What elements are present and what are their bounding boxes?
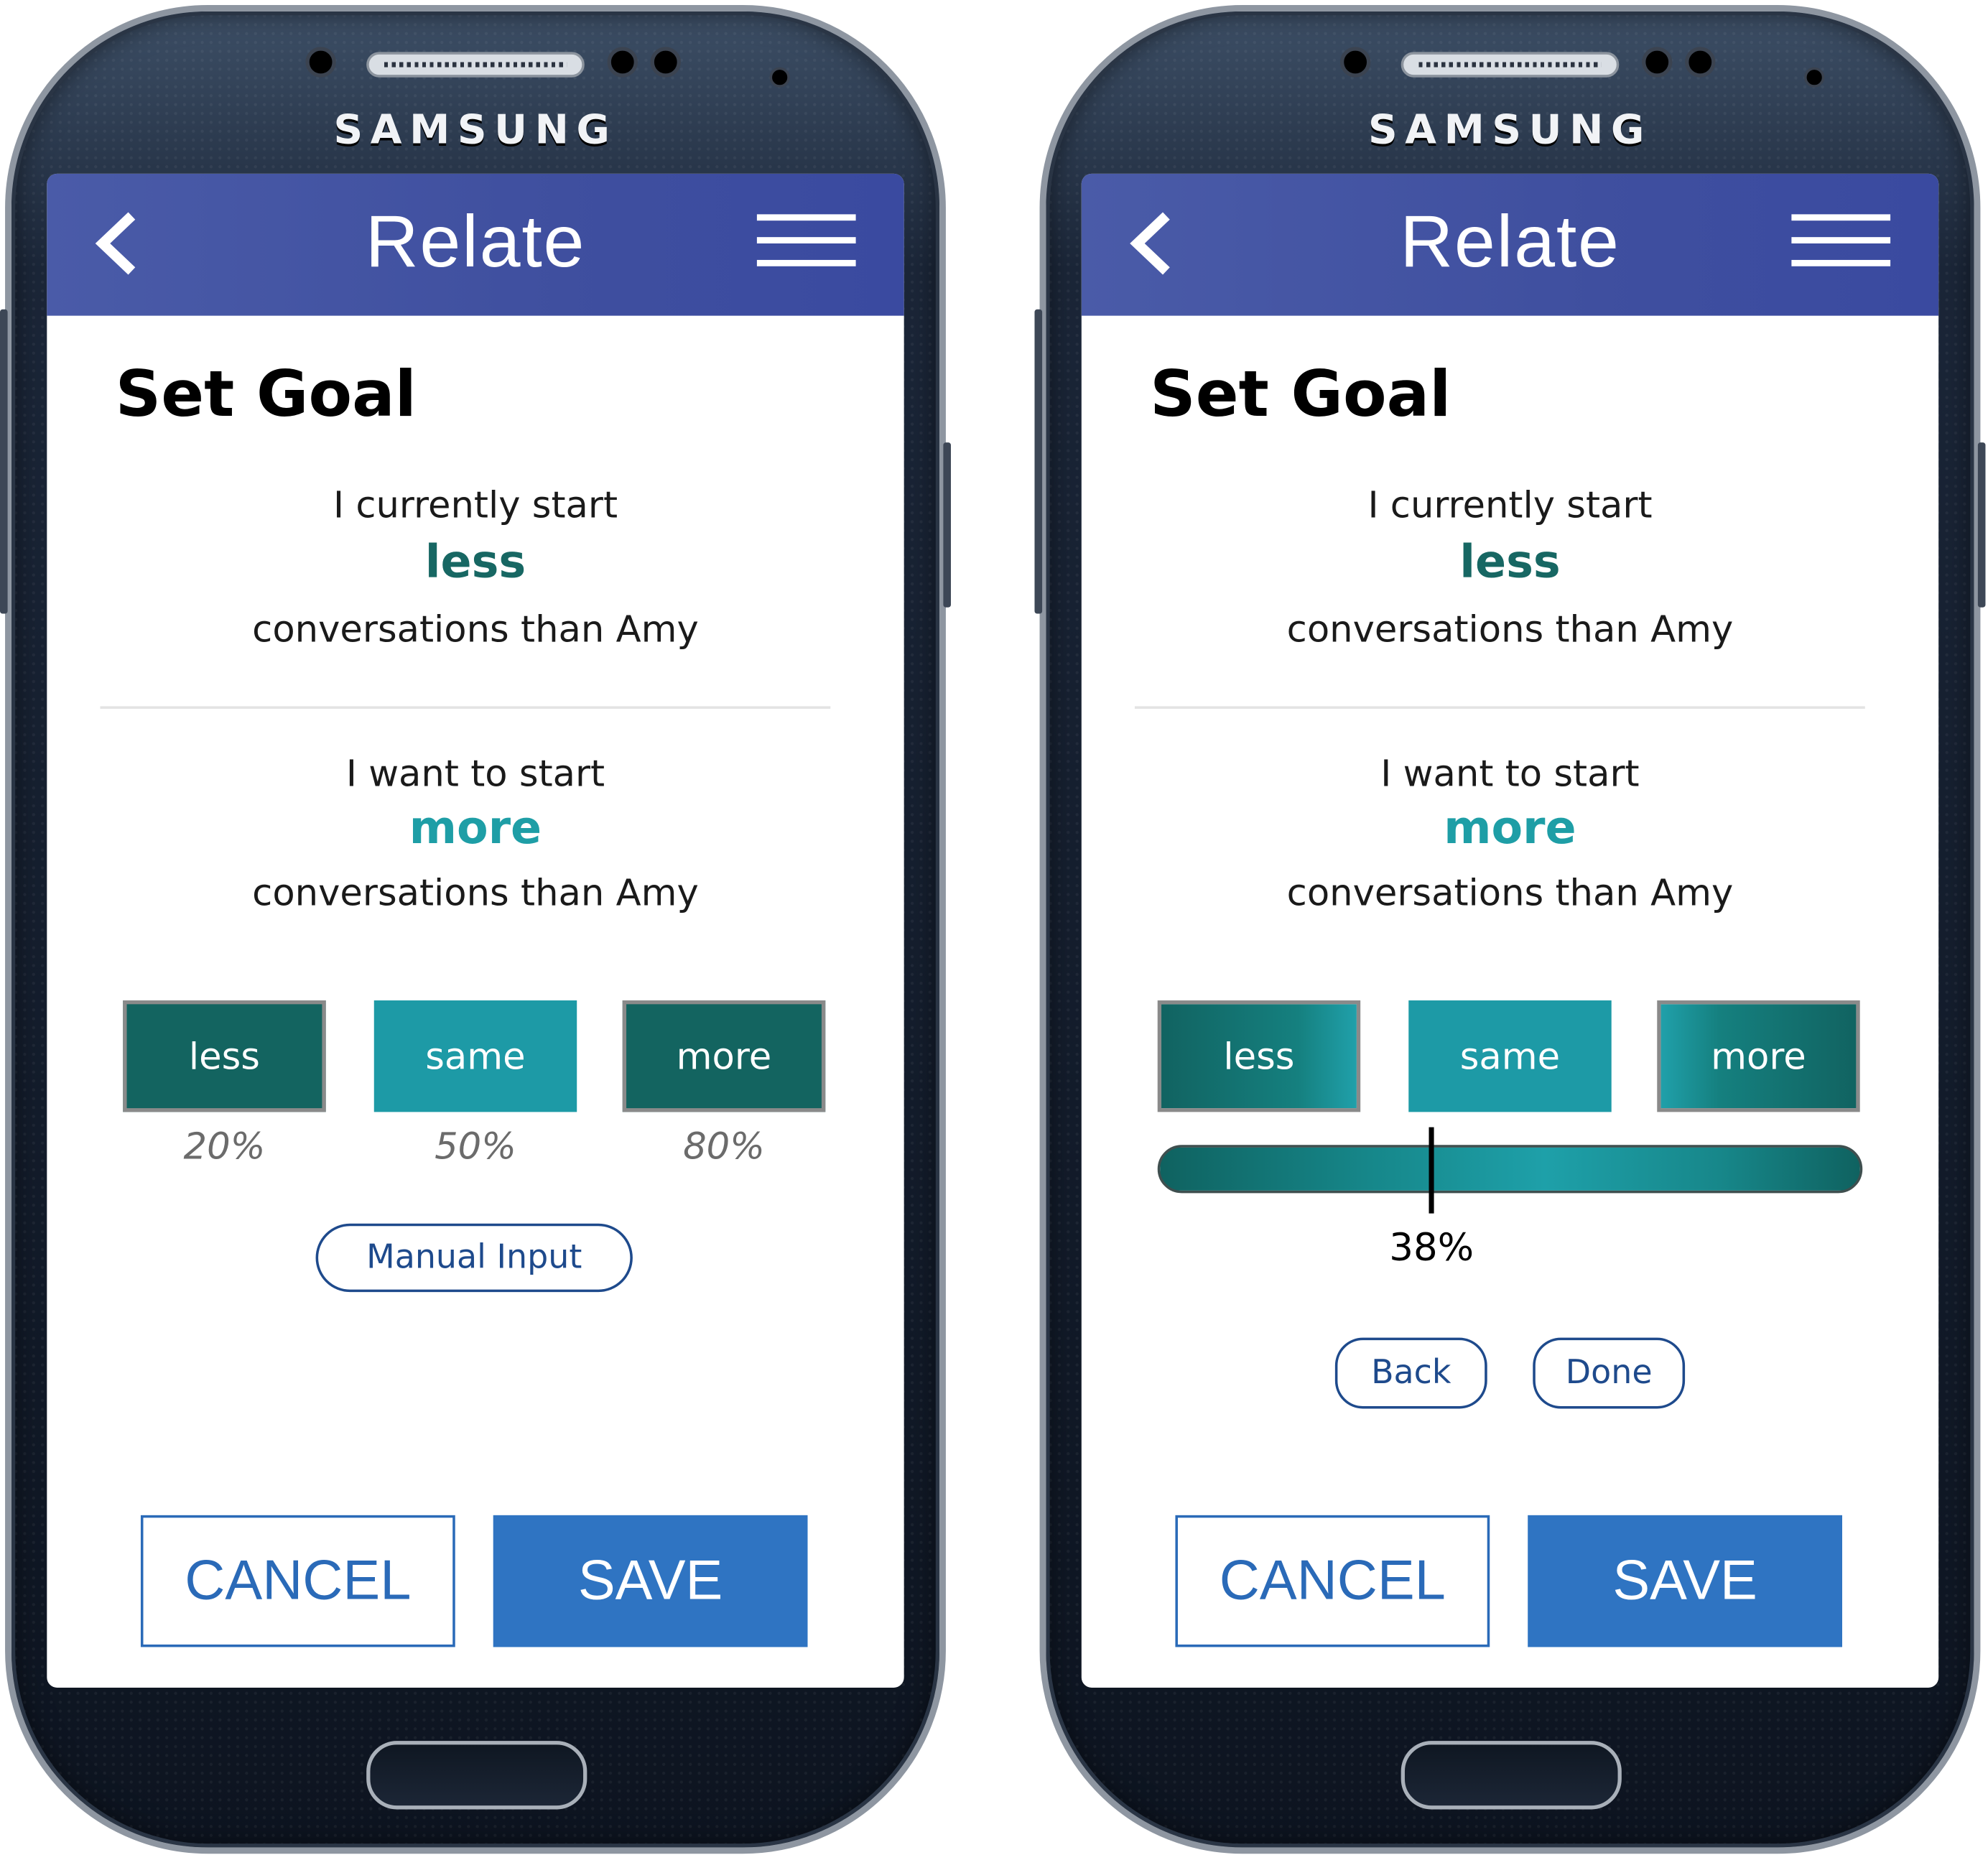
current-suffix: conversations than Amy [252,607,699,651]
target-value: more [409,802,542,855]
current-value: less [1459,536,1561,589]
target-suffix: conversations than Amy [1286,870,1734,914]
divider [100,706,831,709]
target-prefix: I want to start [345,751,605,795]
app-bar: Relate [47,173,904,316]
option-same-button[interactable]: same [373,1000,577,1112]
goal-slider-track[interactable] [1157,1145,1863,1194]
hamburger-menu-icon[interactable] [756,214,856,267]
phone-left: SAMSUNG Relate Set Goal I currently star… [0,5,951,1854]
screen-slider: Relate Set Goal I currently start less c… [1081,173,1939,1688]
volume-key [1034,309,1043,614]
cancel-button[interactable]: CANCEL [140,1515,455,1647]
current-prefix: I currently start [1367,483,1653,526]
volume-key [0,309,8,614]
page-title: Set Goal [1150,357,1451,432]
current-value: less [424,536,526,589]
target-prefix: I want to start [1380,751,1640,795]
sensor-icon [1642,47,1673,78]
screen-manual: Relate Set Goal I currently start less c… [47,173,904,1688]
back-button[interactable]: Back [1334,1337,1487,1409]
target-value: more [1444,802,1576,855]
current-suffix: conversations than Amy [1286,607,1734,651]
goal-slider-value: 38% [1389,1226,1474,1271]
sensor-icon [1685,47,1716,78]
brand-logo: SAMSUNG [1367,105,1652,154]
cancel-button[interactable]: CANCEL [1175,1515,1490,1647]
mockup-stage: SAMSUNG Relate Set Goal I currently star… [0,0,1988,1855]
option-more-button[interactable]: more [622,1000,826,1112]
sensor-icon [305,47,336,78]
option-more-button[interactable]: more [1657,1000,1860,1112]
option-less-button[interactable]: less [123,1000,326,1112]
power-key [943,442,951,608]
earpiece-speaker [1401,52,1620,78]
sensor-icon [650,47,681,78]
app-bar: Relate [1081,173,1939,316]
current-prefix: I currently start [333,483,618,526]
option-less-button[interactable]: less [1157,1000,1361,1112]
option-more-percent: 80% [683,1125,765,1168]
page-title: Set Goal [115,357,417,432]
brand-logo: SAMSUNG [333,105,618,154]
front-camera-icon [1804,67,1825,88]
manual-input-button[interactable]: Manual Input [315,1223,633,1293]
power-key [1977,442,1986,608]
hamburger-menu-icon[interactable] [1791,214,1891,267]
front-camera-icon [769,67,790,88]
done-button[interactable]: Done [1533,1337,1686,1409]
save-button[interactable]: SAVE [1528,1515,1842,1647]
home-button[interactable] [1401,1741,1622,1810]
option-same-button[interactable]: same [1408,1000,1612,1112]
sensor-icon [1339,47,1371,78]
goal-slider-handle[interactable] [1429,1127,1434,1214]
target-suffix: conversations than Amy [252,870,699,914]
sensor-icon [607,47,638,78]
earpiece-speaker [366,52,585,78]
home-button[interactable] [366,1741,587,1810]
option-same-percent: 50% [435,1125,516,1168]
save-button[interactable]: SAVE [493,1515,808,1647]
phone-right: SAMSUNG Relate Set Goal I currently star… [1034,5,1986,1854]
divider [1134,706,1865,709]
option-less-percent: 20% [183,1125,266,1168]
